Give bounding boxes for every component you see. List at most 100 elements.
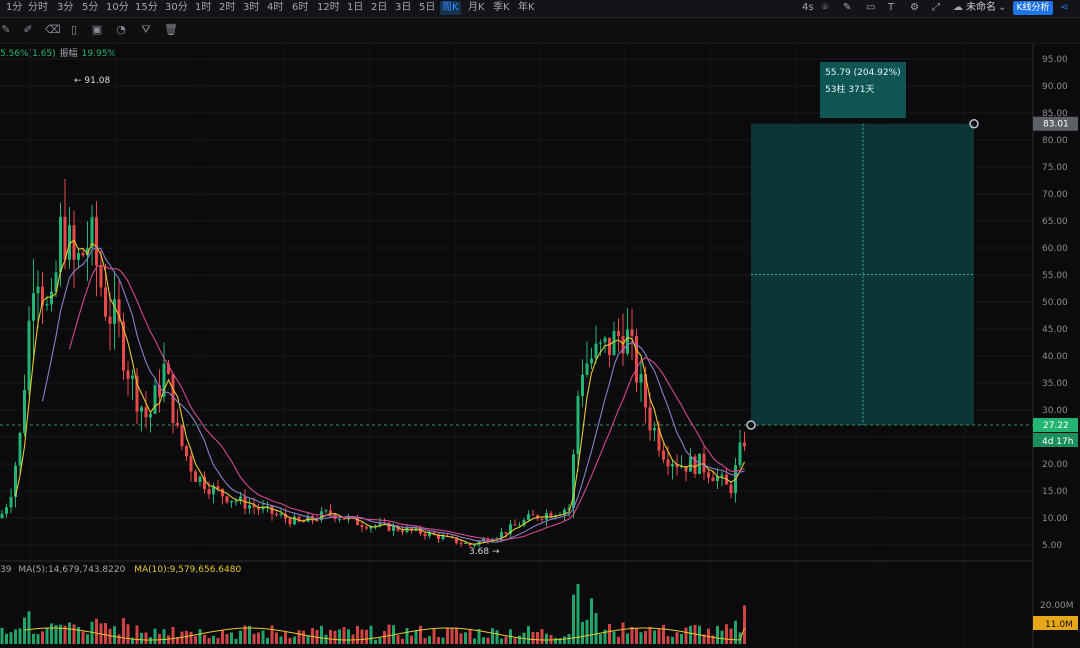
- volume-bar: [531, 632, 535, 644]
- candle-body: [405, 527, 409, 533]
- candle-body: [711, 477, 715, 482]
- candle-body: [513, 524, 517, 526]
- candle-body: [275, 513, 278, 515]
- candle-body: [315, 520, 319, 522]
- candle-body: [81, 252, 85, 256]
- candle-body: [176, 423, 179, 426]
- volume-bar: [401, 638, 404, 644]
- volume-bar: [149, 637, 152, 644]
- price-tick-label: 95.00: [1042, 55, 1068, 65]
- candle-body: [189, 456, 193, 472]
- volume-bar: [342, 627, 346, 644]
- volume-bar: [491, 628, 494, 644]
- volume-bar: [9, 632, 13, 644]
- candle-body: [617, 330, 620, 337]
- volume-bar: [257, 632, 260, 644]
- volume-bar: [590, 598, 593, 644]
- volume-bar: [306, 635, 310, 644]
- volume-bar: [720, 630, 724, 644]
- volume-bar: [333, 630, 337, 644]
- volume-bar: [198, 629, 202, 644]
- volume-bar: [144, 632, 148, 644]
- low-price-label: 3.68 →: [469, 547, 500, 557]
- volume-bar: [189, 631, 193, 644]
- volume-bar: [617, 636, 620, 644]
- volume-bar: [513, 638, 517, 644]
- volume-bar: [162, 629, 166, 644]
- candle-body: [113, 299, 116, 324]
- candle-body: [612, 330, 616, 355]
- volume-bar: [86, 634, 89, 644]
- volume-bar: [50, 623, 53, 644]
- candle-body: [603, 337, 607, 343]
- volume-bar: [369, 625, 373, 644]
- volume-bar: [360, 629, 364, 644]
- price-tick-label: 50.00: [1042, 298, 1068, 308]
- volume-bar: [671, 636, 674, 644]
- volume-bar: [104, 623, 107, 644]
- volume-bar: [653, 630, 656, 644]
- volume-bar: [185, 630, 188, 644]
- volume-bar: [446, 628, 449, 644]
- volume-bar: [18, 628, 22, 644]
- volume-bar: [248, 625, 251, 644]
- volume-bar: [725, 624, 728, 644]
- volume-bar: [374, 639, 377, 644]
- candle-body: [243, 496, 247, 509]
- volume-bar: [518, 635, 521, 644]
- volume-bar: [41, 631, 44, 644]
- price-tick-label: 10.00: [1042, 514, 1068, 524]
- candle-body: [585, 363, 589, 375]
- candle-body: [365, 527, 368, 529]
- candle-body: [635, 336, 638, 383]
- volume-bar: [329, 630, 332, 644]
- candle-body: [392, 526, 395, 531]
- candle-body: [639, 374, 643, 383]
- volume-bar: [536, 632, 539, 644]
- volume-bar: [275, 632, 278, 644]
- volume-bar: [572, 594, 575, 644]
- volume-badge-text: 11.0M: [1045, 620, 1073, 630]
- volume-bar: [302, 630, 305, 644]
- candle-body: [324, 510, 328, 512]
- volume-bar: [495, 630, 499, 644]
- volume-bar: [68, 622, 71, 644]
- volume-bar: [468, 630, 472, 644]
- volume-bar: [581, 622, 584, 644]
- volume-bar: [72, 624, 76, 644]
- volume-bar: [684, 627, 688, 644]
- candle-body: [95, 217, 98, 266]
- volume-bar: [113, 626, 116, 644]
- candle-body: [729, 484, 733, 494]
- candle-body: [581, 374, 584, 397]
- volume-bar: [540, 629, 544, 644]
- volume-bar: [14, 629, 17, 644]
- volume-bar: [675, 632, 679, 644]
- volume-bar: [437, 637, 440, 644]
- price-tick-label: 80.00: [1042, 136, 1068, 146]
- measure-handle-start[interactable]: [746, 420, 756, 430]
- candle-body: [59, 216, 62, 273]
- candle-body: [594, 343, 598, 359]
- volume-bar: [419, 625, 422, 644]
- volume-bar: [203, 634, 206, 644]
- candle-body: [401, 530, 404, 533]
- volume-bar: [167, 635, 170, 644]
- volume-bar: [666, 636, 670, 644]
- candle-body: [180, 425, 184, 447]
- volume-bar: [297, 630, 301, 644]
- candle-body: [689, 456, 692, 472]
- candle-body: [23, 390, 26, 433]
- volume-bar: [644, 630, 647, 644]
- candle-body: [441, 535, 445, 539]
- volume-bar: [0, 627, 4, 644]
- volume-bar: [527, 626, 530, 644]
- volume-bar: [279, 636, 283, 644]
- candle-body: [648, 407, 652, 431]
- candle-body: [99, 265, 103, 288]
- candle-body: [144, 407, 148, 418]
- candle-body: [360, 525, 364, 528]
- candlestick-chart[interactable]: 95.0090.0085.0080.0075.0070.0065.0060.00…: [0, 0, 1080, 648]
- volume-bar: [482, 637, 485, 644]
- volume-bar: [230, 632, 233, 644]
